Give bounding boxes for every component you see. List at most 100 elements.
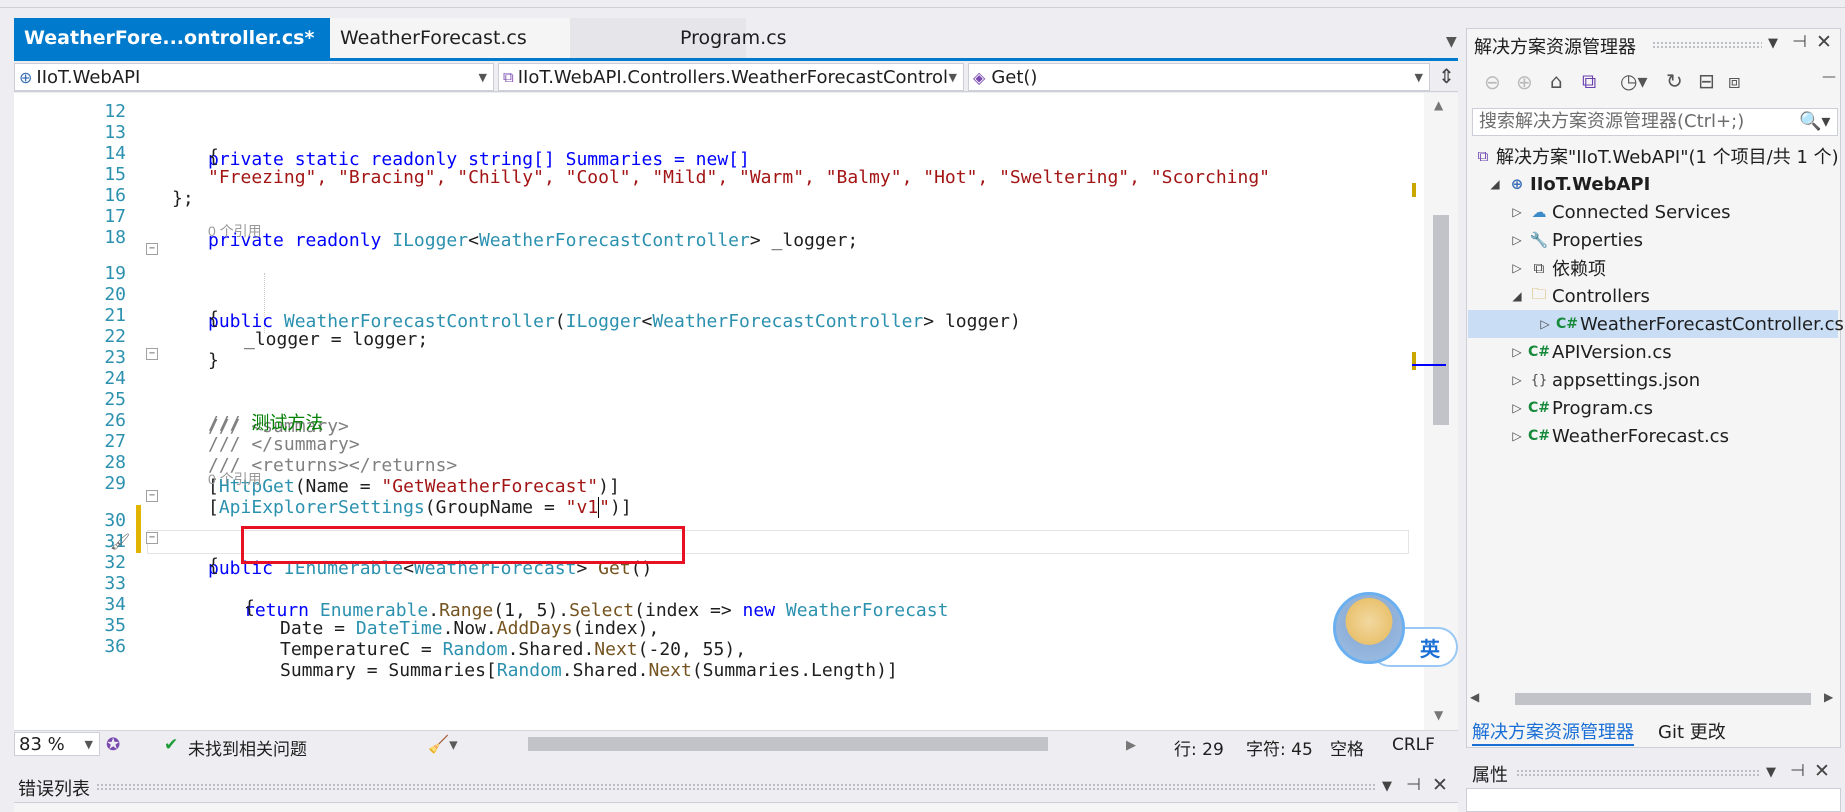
scrollbar-thumb[interactable] (1515, 693, 1811, 705)
close-icon[interactable]: ✕ (1816, 31, 1832, 53)
top-toolbar-strip (0, 0, 1845, 8)
scroll-down-icon[interactable]: ▼ (1434, 708, 1443, 722)
tab-overflow-dropdown-icon[interactable]: ▼ (1446, 34, 1457, 50)
method-icon: ◈ (973, 67, 986, 87)
check-circle-icon: ✔ (164, 735, 179, 755)
tree-item-label: Controllers (1552, 285, 1650, 307)
scroll-right-icon[interactable]: ▶ (1126, 738, 1136, 753)
solution-explorer-title: 解决方案资源管理器 (1474, 37, 1636, 58)
member-dropdown[interactable]: ◈ Get() ▼ (968, 63, 1430, 91)
close-icon[interactable]: ✕ (1432, 774, 1448, 796)
fold-icon[interactable]: − (146, 490, 158, 502)
horizontal-scrollbar-thumb[interactable] (528, 737, 1048, 751)
home-icon[interactable]: ⌂ (1550, 69, 1563, 93)
class-dropdown[interactable]: ⧉ IIoT.WebAPI.Controllers.WeatherForecas… (498, 63, 964, 91)
expander-collapsed-icon[interactable]: ▷ (1536, 317, 1554, 331)
pin-icon[interactable]: ⊣ (1790, 761, 1805, 781)
tree-item-controller-file[interactable]: ▷ C# WeatherForecastController.cs (1536, 310, 1843, 338)
split-editor-icon[interactable]: ⇕ (1438, 64, 1455, 88)
tab-weatherforecast[interactable]: WeatherForecast.cs (330, 18, 570, 58)
scroll-right-icon[interactable]: ▶ (1824, 690, 1833, 704)
column-indicator[interactable]: 字符: 45 (1246, 735, 1313, 760)
expander-collapsed-icon[interactable]: ▷ (1508, 373, 1526, 387)
csharp-file-icon: C# (1527, 428, 1550, 444)
chevron-down-icon: ▼ (84, 737, 93, 751)
fold-icon[interactable]: − (146, 243, 158, 255)
tree-item-apiversion[interactable]: ▷ C# APIVersion.cs (1508, 338, 1671, 366)
zoom-dropdown[interactable]: 83 % ▼ (14, 732, 100, 756)
project-dropdown[interactable]: ⊕ IIoT.WebAPI ▼ (14, 63, 494, 91)
tree-item-program[interactable]: ▷ C# Program.cs (1508, 394, 1653, 422)
show-all-files-icon[interactable]: ⧈ (1728, 69, 1741, 93)
panel-grip[interactable] (96, 783, 1376, 791)
tab-weatherforecastcontroller[interactable]: WeatherFore...ontroller.cs* ⊣ ✕ (14, 18, 373, 58)
tree-item-solution[interactable]: ⧉ 解决方案"IIoT.WebAPI"(1 个项目/共 1 个) (1470, 142, 1839, 170)
indent-indicator[interactable]: 空格 (1330, 735, 1364, 760)
scroll-up-icon[interactable]: ▲ (1434, 98, 1443, 112)
search-icon[interactable]: 🔍▾ (1799, 109, 1830, 135)
error-list-toolbar (14, 802, 1458, 812)
back-icon[interactable]: ⊖ (1484, 70, 1501, 94)
fold-icon[interactable]: − (146, 348, 158, 360)
json-file-icon: {} (1530, 372, 1548, 388)
expander-collapsed-icon[interactable]: ▷ (1508, 429, 1526, 443)
switch-views-icon[interactable]: ⧉ (1582, 69, 1596, 93)
chevron-down-icon: ▼ (948, 70, 957, 84)
ime-avatar[interactable] (1333, 592, 1405, 664)
expander-collapsed-icon[interactable]: ▷ (1508, 345, 1526, 359)
collapse-all-icon[interactable]: ⊟ (1698, 69, 1715, 93)
quick-actions-brush-icon[interactable]: 🖌 (110, 532, 130, 551)
csharp-file-icon: C# (1527, 400, 1550, 416)
scrollbar-thumb[interactable] (1433, 215, 1449, 425)
tree-item-appsettings[interactable]: ▷ {} appsettings.json (1508, 366, 1700, 394)
error-list-title: 错误列表 (18, 779, 90, 800)
tree-item-weatherforecast[interactable]: ▷ C# WeatherForecast.cs (1508, 422, 1729, 450)
forward-icon[interactable]: ⊕ (1516, 70, 1533, 94)
navigation-bar: ⊕ IIoT.WebAPI ▼ ⧉ IIoT.WebAPI.Controller… (14, 62, 1458, 92)
expander-collapsed-icon[interactable]: ▷ (1508, 261, 1526, 275)
code-editor[interactable]: 12 − private static readonly string[] Su… (14, 93, 1424, 730)
tree-item-project[interactable]: ◢ ⊕ IIoT.WebAPI (1486, 170, 1650, 198)
tab-label: WeatherForecast.cs (340, 27, 527, 49)
connected-services-icon: ☁ (1531, 203, 1547, 221)
panel-grip[interactable] (1652, 41, 1762, 49)
tree-item-controllers[interactable]: ◢ 🗀 Controllers (1508, 282, 1650, 310)
tree-item-connected-services[interactable]: ▷ ☁ Connected Services (1508, 198, 1730, 226)
pending-changes-filter-icon[interactable]: ◷▾ (1620, 69, 1648, 93)
scrollbar-change-marker (1412, 183, 1416, 197)
scroll-left-icon[interactable]: ◀ (1470, 690, 1479, 704)
expander-expanded-icon[interactable]: ◢ (1508, 289, 1526, 303)
solution-search-input[interactable]: 搜索解决方案资源管理器(Ctrl+;) 🔍▾ (1472, 108, 1838, 136)
expander-expanded-icon[interactable]: ◢ (1486, 177, 1504, 191)
tab-label: Program.cs (680, 27, 787, 49)
expander-collapsed-icon[interactable]: ▷ (1508, 401, 1526, 415)
window-position-icon[interactable]: ▼ (1766, 765, 1776, 780)
issues-status[interactable]: 未找到相关问题 (188, 735, 307, 760)
scrollbar-caret-marker (1412, 364, 1446, 366)
pin-icon[interactable]: ⊣ (1792, 32, 1807, 52)
pin-icon[interactable]: ⊣ (1406, 775, 1421, 795)
expander-collapsed-icon[interactable]: ▷ (1508, 205, 1526, 219)
tab-git-changes[interactable]: Git 更改 (1658, 718, 1726, 744)
window-position-icon[interactable]: ▼ (1768, 36, 1778, 51)
globe-icon: ⊕ (19, 67, 33, 87)
tree-item-dependencies[interactable]: ▷ ⧉ 依赖项 (1508, 254, 1606, 282)
chevron-down-icon: ▼ (1414, 70, 1423, 84)
panel-grip[interactable] (1516, 769, 1760, 777)
ime-label: 英 (1420, 636, 1440, 661)
close-icon[interactable]: ✕ (1814, 760, 1830, 782)
sync-icon[interactable]: ↻ (1666, 69, 1683, 93)
intellicode-icon[interactable]: ✪ (106, 735, 120, 755)
cleanup-brush-icon[interactable]: 🧹▾ (428, 735, 458, 755)
line-indicator[interactable]: 行: 29 (1174, 735, 1224, 760)
tab-program[interactable]: Program.cs (570, 18, 787, 58)
more-icon[interactable]: — (1822, 69, 1836, 85)
fold-icon[interactable]: − (146, 532, 158, 544)
line-ending-indicator[interactable]: CRLF (1392, 735, 1435, 755)
zoom-value: 83 % (19, 733, 65, 755)
csharp-file-icon: C# (1555, 316, 1578, 332)
window-position-icon[interactable]: ▼ (1382, 779, 1392, 794)
expander-collapsed-icon[interactable]: ▷ (1508, 233, 1526, 247)
tree-item-properties[interactable]: ▷ 🔧 Properties (1508, 226, 1643, 254)
tab-solution-explorer[interactable]: 解决方案资源管理器 (1472, 718, 1634, 746)
